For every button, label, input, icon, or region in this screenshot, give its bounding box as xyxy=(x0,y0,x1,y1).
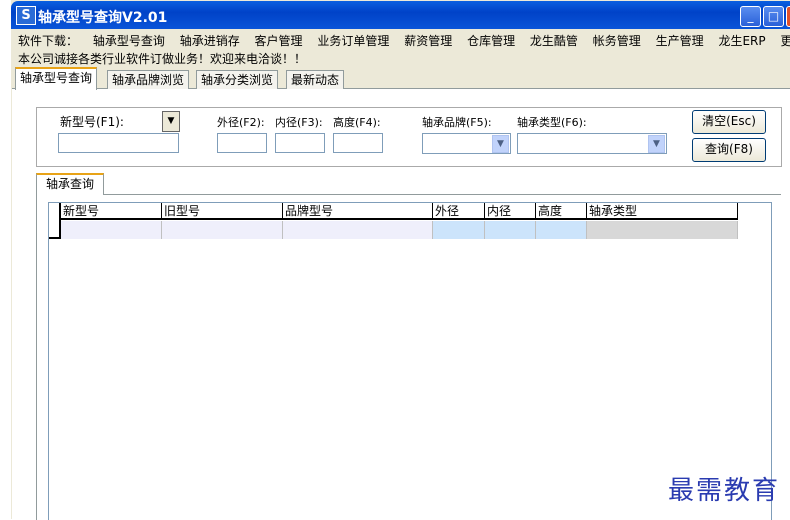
row-indicator xyxy=(49,203,61,239)
menu-item-more[interactable]: 更多... xyxy=(780,34,790,48)
table-cell[interactable] xyxy=(61,221,162,239)
results-grid xyxy=(48,202,772,520)
column-header-type[interactable]: 轴承类型 xyxy=(587,203,738,220)
menu-item[interactable]: 龙生酷管 xyxy=(530,34,578,48)
column-header-brand-model[interactable]: 品牌型号 xyxy=(283,203,433,220)
close-button[interactable]: × xyxy=(786,6,790,27)
menu-bar: 软件下载： 轴承型号查询 轴承进销存 客户管理 业务订单管理 薪资管理 仓库管理… xyxy=(18,32,790,49)
inner-diameter-label: 内径(F3): xyxy=(275,116,323,129)
maximize-button[interactable]: □ xyxy=(763,6,784,27)
table-cell[interactable] xyxy=(433,221,485,239)
tab-bearing-query[interactable]: 轴承查询 xyxy=(36,173,104,195)
column-header-outer[interactable]: 外径 xyxy=(433,203,485,220)
query-button[interactable]: 查询(F8) xyxy=(692,138,766,162)
height-label: 高度(F4): xyxy=(333,116,381,129)
new-model-label: 新型号(F1): xyxy=(60,115,124,129)
minimize-button[interactable]: _ xyxy=(740,6,761,27)
window-title: 轴承型号查询V2.01 xyxy=(38,10,168,26)
table-cell[interactable] xyxy=(162,221,283,239)
table-cell[interactable] xyxy=(485,221,536,239)
outer-diameter-input[interactable] xyxy=(217,133,267,153)
brand-label: 轴承品牌(F5): xyxy=(422,116,492,129)
tab-category-browse[interactable]: 轴承分类浏览 xyxy=(196,70,279,89)
inner-diameter-input[interactable] xyxy=(275,133,325,153)
outer-diameter-label: 外径(F2): xyxy=(217,116,265,129)
menu-item[interactable]: 龙生ERP xyxy=(718,34,765,48)
height-input[interactable] xyxy=(333,133,383,153)
tab-model-query[interactable]: 轴承型号查询 xyxy=(15,67,98,90)
menu-item[interactable]: 轴承进销存 xyxy=(180,34,240,48)
menu-item[interactable]: 仓库管理 xyxy=(467,34,515,48)
table-cell[interactable] xyxy=(283,221,433,239)
column-header-new-model[interactable]: 新型号 xyxy=(61,203,162,220)
menu-item[interactable]: 帐务管理 xyxy=(593,34,641,48)
clear-button[interactable]: 清空(Esc) xyxy=(692,110,766,134)
new-model-dropdown-button[interactable]: ▼ xyxy=(162,111,180,132)
menu-item[interactable]: 轴承型号查询 xyxy=(93,34,165,48)
table-cell[interactable] xyxy=(536,221,587,239)
new-model-input[interactable] xyxy=(58,133,179,153)
column-header-old-model[interactable]: 旧型号 xyxy=(162,203,283,220)
chevron-down-icon[interactable]: ▼ xyxy=(648,135,665,153)
menu-label-download: 软件下载： xyxy=(18,34,79,48)
chevron-down-icon[interactable]: ▼ xyxy=(492,135,509,153)
table-cell[interactable] xyxy=(587,221,738,239)
tab-news[interactable]: 最新动态 xyxy=(286,70,345,89)
type-select[interactable]: ▼ xyxy=(517,133,667,154)
menu-item[interactable]: 业务订单管理 xyxy=(317,34,389,48)
menu-item[interactable]: 薪资管理 xyxy=(404,34,452,48)
brand-select[interactable]: ▼ xyxy=(422,133,511,154)
menu-item[interactable]: 生产管理 xyxy=(656,34,704,48)
watermark: 最需教育 xyxy=(668,476,781,506)
notice-text: 本公司诚接各类行业软件订做业务！欢迎来电洽谈！！ xyxy=(18,52,307,66)
menu-item[interactable]: 客户管理 xyxy=(255,34,303,48)
tab-brand-browse[interactable]: 轴承品牌浏览 xyxy=(107,70,190,89)
type-label: 轴承类型(F6): xyxy=(517,116,587,129)
app-icon: S xyxy=(16,6,36,25)
column-header-height[interactable]: 高度 xyxy=(536,203,587,220)
column-header-inner[interactable]: 内径 xyxy=(485,203,536,220)
